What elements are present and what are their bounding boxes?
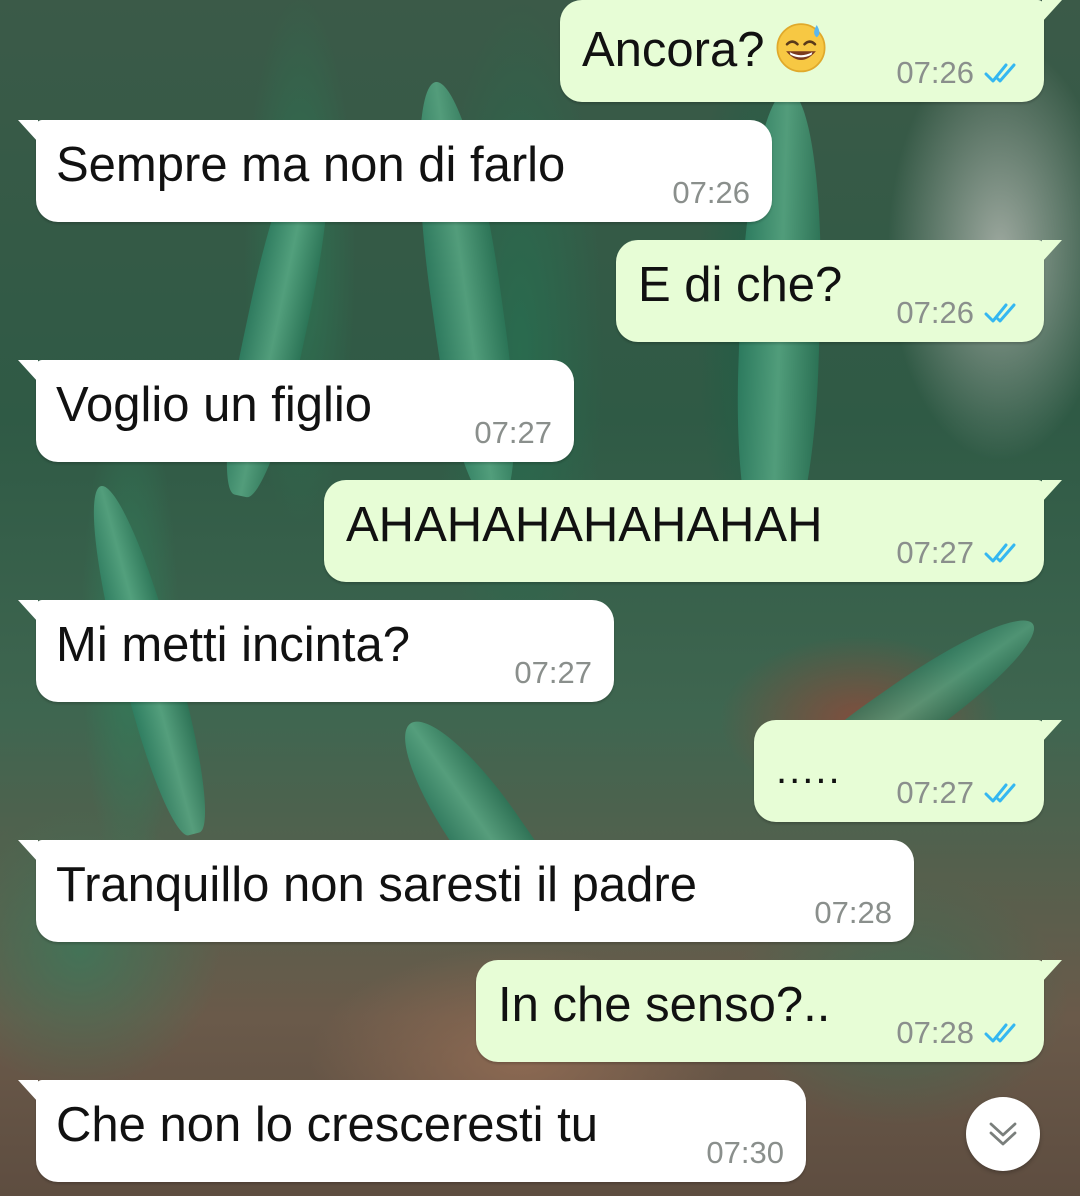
message-bubble-incoming[interactable]: Tranquillo non saresti il padre 07:28: [18, 840, 914, 942]
message-time: 07:27: [896, 535, 974, 570]
read-ticks-icon: [984, 301, 1022, 325]
message-meta: 07:27: [896, 777, 1022, 808]
message-text: Che non lo cresceresti tu: [56, 1098, 598, 1152]
grinning-sweat-emoji: [776, 23, 826, 73]
message-time: 07:26: [672, 175, 750, 210]
message-time: 07:27: [474, 415, 552, 450]
message-bubble-outgoing[interactable]: AHAHAHAHAHAHAH 07:27: [324, 480, 1062, 582]
message-time: 07:26: [896, 295, 974, 330]
message-meta: 07:26: [896, 297, 1022, 328]
message-meta: 07:27: [896, 537, 1022, 568]
message-text: Sempre ma non di farlo: [56, 138, 566, 192]
message-text: In che senso?..: [498, 978, 831, 1032]
message-meta: 07:26: [896, 57, 1022, 88]
read-ticks-icon: [984, 781, 1022, 805]
message-text: E di che?: [638, 258, 843, 312]
message-text: Voglio un figlio: [56, 378, 373, 432]
message-bubble-outgoing[interactable]: ..... 07:27: [754, 720, 1062, 822]
message-bubble-incoming[interactable]: Voglio un figlio 07:27: [18, 360, 574, 462]
message-bubble-incoming[interactable]: Che non lo cresceresti tu 07:30: [18, 1080, 806, 1182]
message-text: Ancora?: [582, 18, 829, 80]
message-time: 07:26: [896, 55, 974, 90]
message-meta: 07:30: [706, 1137, 784, 1168]
message-bubble-outgoing[interactable]: Ancora? 07:26: [560, 0, 1062, 102]
read-ticks-icon: [984, 61, 1022, 85]
message-meta: 07:27: [514, 657, 592, 688]
read-ticks-icon: [984, 541, 1022, 565]
message-time: 07:28: [896, 1015, 974, 1050]
message-meta: 07:28: [896, 1017, 1022, 1048]
message-time: 07:27: [896, 775, 974, 810]
scroll-to-bottom-button[interactable]: [966, 1097, 1040, 1171]
message-meta: 07:28: [814, 897, 892, 928]
message-time: 07:30: [706, 1135, 784, 1170]
message-text: .....: [776, 748, 842, 792]
message-meta: 07:27: [474, 417, 552, 448]
double-chevron-down-icon: [989, 1122, 1017, 1146]
message-time: 07:27: [514, 655, 592, 690]
message-bubble-incoming[interactable]: Mi metti incinta? 07:27: [18, 600, 614, 702]
message-bubble-incoming[interactable]: Sempre ma non di farlo 07:26: [18, 120, 772, 222]
message-text: Tranquillo non saresti il padre: [56, 858, 697, 912]
message-bubble-outgoing[interactable]: E di che? 07:26: [616, 240, 1062, 342]
message-bubble-outgoing[interactable]: In che senso?.. 07:28: [476, 960, 1062, 1062]
message-text: Mi metti incinta?: [56, 618, 411, 672]
message-meta: 07:26: [672, 177, 750, 208]
read-ticks-icon: [984, 1021, 1022, 1045]
message-text: AHAHAHAHAHAHAH: [346, 498, 823, 552]
message-time: 07:28: [814, 895, 892, 930]
